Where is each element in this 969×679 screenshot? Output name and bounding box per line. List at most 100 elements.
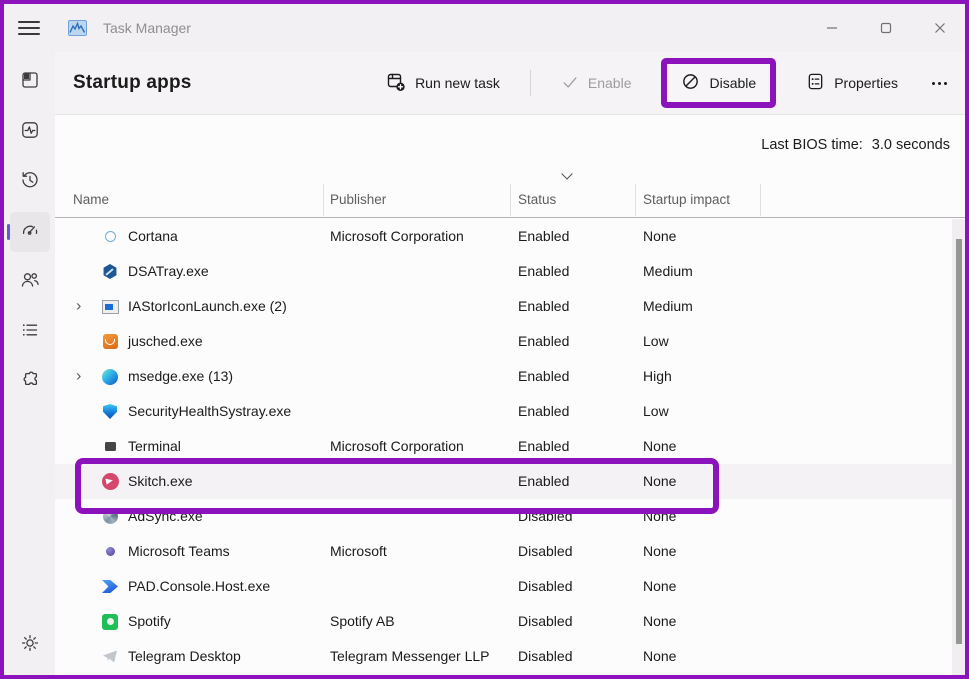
table-row[interactable]: › Terminal Microsoft Corporation Enabled… [55,429,965,464]
row-name: PAD.Console.Host.exe [128,569,270,604]
row-publisher: Spotify AB [330,604,395,639]
sidebar-item-settings[interactable] [10,625,50,665]
row-startup-impact: Low [643,324,669,359]
window-controls [817,13,955,43]
column-divider[interactable] [635,184,636,216]
table-row[interactable]: › PAD.Console.Host.exe Disabled None [55,569,965,604]
table-row[interactable]: › Telegram Desktop Telegram Messenger LL… [55,639,965,674]
table-row[interactable]: › Microsoft Teams Microsoft Disabled Non… [55,534,965,569]
disable-highlight-box: Disable [661,58,776,108]
row-status: Disabled [518,499,572,534]
row-publisher: Microsoft Corporation [330,219,464,254]
table-row[interactable]: › AdSync.exe Disabled None [55,499,965,534]
titlebar: Task Manager [4,4,965,52]
skitch-icon [101,473,119,491]
adsync-icon [101,508,119,526]
row-status: Disabled [518,569,572,604]
telegram-icon [101,648,119,666]
sort-chevron-down-icon [561,168,572,179]
startup-apps-icon [20,220,40,245]
row-name: Microsoft Teams [128,534,230,569]
row-startup-impact: None [643,569,676,604]
expand-chevron-icon[interactable]: › [76,297,81,315]
row-name: DSATray.exe [128,254,209,289]
sidebar-item-startup-apps[interactable] [10,212,50,252]
row-name: AdSync.exe [128,499,203,534]
dsatray-icon [101,263,119,281]
row-name: Terminal [128,429,181,464]
properties-label: Properties [834,75,898,91]
column-header-status[interactable]: Status [518,182,556,218]
row-startup-impact: None [643,639,676,674]
row-status: Disabled [518,534,572,569]
performance-icon [20,120,40,145]
row-startup-impact: Medium [643,289,693,324]
expand-chevron-icon[interactable]: › [76,367,81,385]
sidebar-item-performance[interactable] [10,112,50,152]
services-icon [20,370,40,395]
cortana-icon [101,228,119,246]
sidebar-item-services[interactable] [10,362,50,402]
enable-button[interactable]: Enable [553,67,640,100]
disable-button[interactable]: Disable [667,64,770,102]
table-row[interactable]: › Cortana Microsoft Corporation Enabled … [55,219,965,254]
table-row[interactable]: › jusched.exe Enabled Low [55,324,965,359]
row-startup-impact: None [643,429,676,464]
table-row[interactable]: › Spotify Spotify AB Disabled None [55,604,965,639]
row-name: Skitch.exe [128,464,193,499]
vertical-scrollbar[interactable] [952,219,965,675]
row-startup-impact: None [643,534,676,569]
enable-label: Enable [588,75,632,91]
details-icon [20,320,40,345]
row-status: Enabled [518,464,569,499]
column-divider[interactable] [760,184,761,216]
disable-slash-circle-icon [681,72,700,94]
settings-gear-icon [20,633,40,658]
table-row[interactable]: › SecurityHealthSystray.exe Enabled Low [55,394,965,429]
scrollbar-thumb[interactable] [956,239,962,644]
run-new-task-label: Run new task [415,75,500,91]
column-divider[interactable] [323,184,324,216]
minimize-button[interactable] [817,13,847,43]
row-status: Enabled [518,219,569,254]
close-button[interactable] [925,13,955,43]
selected-accent-pill [7,224,10,240]
column-divider[interactable] [510,184,511,216]
more-options-icon[interactable] [928,76,951,91]
sidebar-item-details[interactable] [10,312,50,352]
toolbar-divider [530,70,531,96]
sidebar-item-processes[interactable] [10,62,50,102]
last-bios-value: 3.0 seconds [872,137,950,153]
sidebar-item-app-history[interactable] [10,162,50,202]
table-row[interactable]: › IAStorIconLaunch.exe (2) Enabled Mediu… [55,289,965,324]
users-icon [20,270,40,295]
table-row[interactable]: › msedge.exe (13) Enabled High [55,359,965,394]
row-publisher: Microsoft [330,534,387,569]
sidebar-nav [4,52,55,675]
last-bios-time: Last BIOS time: 3.0 seconds [761,137,950,153]
teams-icon [101,543,119,561]
row-name: jusched.exe [128,324,203,359]
spotify-icon [101,613,119,631]
row-name: SecurityHealthSystray.exe [128,394,291,429]
column-header-startup-impact[interactable]: Startup impact [643,182,730,218]
column-header-name[interactable]: Name [73,182,109,218]
row-status: Enabled [518,429,569,464]
last-bios-label: Last BIOS time: [761,137,863,153]
iastor-icon [101,298,119,316]
terminal-icon [101,438,119,456]
properties-button[interactable]: Properties [798,66,906,100]
column-header-publisher[interactable]: Publisher [330,182,386,218]
sidebar-item-users[interactable] [10,262,50,302]
run-new-task-icon [386,72,406,95]
row-publisher: Telegram Messenger LLP [330,639,490,674]
table-row[interactable]: › Skitch.exe Enabled None [55,464,965,499]
row-name: Spotify [128,604,171,639]
row-startup-impact: High [643,359,672,394]
table-row[interactable]: › DSATray.exe Enabled Medium [55,254,965,289]
run-new-task-button[interactable]: Run new task [378,66,508,101]
table-header: Name Publisher Status Startup impact [55,182,965,218]
maximize-button[interactable] [871,13,901,43]
startup-apps-content: Last BIOS time: 3.0 seconds Name Publishe… [55,115,965,675]
navigation-menu-icon[interactable] [18,21,40,35]
